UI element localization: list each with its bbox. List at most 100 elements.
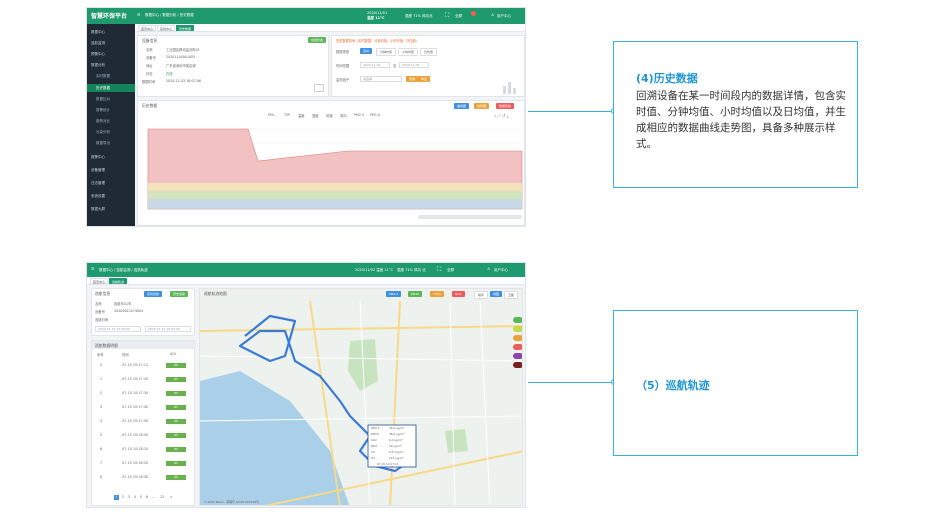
- sidebar-active-highlight: [87, 84, 135, 92]
- realtime-cruise-button[interactable]: 实时巡航: [144, 291, 163, 297]
- line-chart-button[interactable]: 曲线图: [454, 103, 470, 109]
- table-row[interactable]: 6 07-15 10:18:10 62: [96, 445, 192, 454]
- sidebar-item-analysis[interactable]: 数据分析: [91, 63, 105, 68]
- legend-level-good: [513, 317, 522, 323]
- page-next[interactable]: >: [170, 495, 173, 499]
- history-data-screenshot: 智慧环保平台 ☰ 数据中心 / 数据分析 / 历史数据 2020/11/01 温…: [86, 7, 526, 227]
- data-type-label: 数据类型: [336, 50, 350, 54]
- cruise-list-title: 巡航数据明细: [92, 341, 196, 349]
- cruise-map[interactable]: 巡航轨迹地图 PM2.5 PM10 TVOC NO2 噪声 地图 卫星 PM2.…: [199, 288, 523, 506]
- menu-toggle-icon-2[interactable]: ☰: [91, 267, 94, 271]
- factor-select[interactable]: 请选择: [360, 76, 402, 82]
- sidebar-item-bigscreen[interactable]: 数据大屏: [91, 207, 105, 212]
- legend-pm1[interactable]: PM1.0: [370, 113, 380, 117]
- type-realtime-button[interactable]: 实时: [360, 48, 373, 54]
- cruise-end-time[interactable]: 2020-07-12 18:00:00: [145, 326, 191, 332]
- device-value-name: 工业园区移动监测车01: [166, 48, 200, 52]
- page-1[interactable]: 1: [114, 495, 119, 500]
- sidebar-item-settings[interactable]: 系统设置: [91, 194, 105, 199]
- header-date: 2020/11/01: [367, 11, 388, 15]
- legend-pm25[interactable]: PM2.5: [354, 113, 364, 117]
- user-icon-2[interactable]: ♙: [487, 267, 490, 271]
- legend-pm10[interactable]: PM₁₀: [268, 113, 275, 117]
- fullscreen-label[interactable]: 全屏: [455, 14, 462, 19]
- tab-home-2[interactable]: 首页中心: [90, 278, 109, 284]
- sidebar-item-compare[interactable]: 数据比对: [96, 97, 110, 102]
- sidebar-item-cruise[interactable]: 巡航监测: [91, 41, 105, 46]
- legend-temp[interactable]: 温度: [298, 113, 305, 118]
- sidebar-item-trend[interactable]: 趋势对比: [96, 119, 110, 124]
- type-minute-button[interactable]: 分钟均值: [376, 48, 397, 56]
- row-index: 4: [100, 419, 103, 423]
- row-time: 07-15 10:17:40: [122, 405, 149, 409]
- page-last[interactable]: 22: [160, 495, 164, 499]
- popup-key: CO: [371, 450, 376, 454]
- header-humidity: 湿度 71% 风向北: [405, 14, 433, 18]
- page-2[interactable]: 2: [122, 495, 124, 499]
- chart-zoom-slider[interactable]: [418, 215, 522, 219]
- sidebar-item-history[interactable]: 历史数据: [96, 86, 110, 91]
- fullscreen-icon-2[interactable]: ⛶: [437, 266, 441, 274]
- legend-tsp[interactable]: TSP: [284, 113, 290, 117]
- map-canvas[interactable]: [200, 301, 523, 506]
- map-layer-pm10[interactable]: PM10: [408, 291, 423, 297]
- map-layer-noise[interactable]: 噪声: [474, 291, 489, 299]
- page-4[interactable]: 4: [134, 495, 136, 499]
- tab-home[interactable]: 首页中心: [138, 25, 157, 31]
- map-type-satellite[interactable]: 卫星: [504, 291, 519, 299]
- sidebar-item-log[interactable]: 日志管理: [91, 181, 105, 186]
- sidebar-item-alarm-stats[interactable]: 报警统计: [96, 108, 110, 113]
- end-date-input[interactable]: 2020-11-03: [399, 62, 429, 68]
- page-6[interactable]: 6: [146, 495, 148, 499]
- header-temp: 温度 11°C: [367, 16, 385, 20]
- type-day-button[interactable]: 日均值: [420, 48, 438, 56]
- map-layer-no2[interactable]: NO2: [452, 291, 465, 297]
- page-5[interactable]: 5: [140, 495, 142, 499]
- table-row[interactable]: 0 07-15 10:17:11 60: [96, 361, 192, 370]
- sidebar-item-warning[interactable]: 预警中心: [91, 52, 105, 57]
- sidebar-item-device[interactable]: 设备管理: [91, 168, 105, 173]
- table-row[interactable]: 8 07-15 10:18:30 60: [96, 473, 192, 482]
- user-icon[interactable]: ♙: [491, 13, 494, 17]
- history-cruise-button[interactable]: 历史巡航: [170, 291, 189, 297]
- tab-history[interactable]: 历史数据: [176, 25, 195, 31]
- tab-realtime[interactable]: 实时中心: [157, 25, 176, 31]
- row-time: 07-15 10:18:20: [122, 461, 149, 465]
- table-row[interactable]: 2 07-15 10:17:30 62: [96, 389, 192, 398]
- sidebar-item-realtime[interactable]: 实时数据: [96, 74, 110, 79]
- table-row[interactable]: 7 07-15 10:18:20 61: [96, 459, 192, 468]
- tab-cruise-track[interactable]: 巡航轨迹: [109, 278, 128, 284]
- map-layer-pm25[interactable]: PM2.5: [386, 291, 402, 297]
- data-table-button[interactable]: 数据表格: [496, 103, 515, 109]
- export-button[interactable]: 导出: [418, 76, 431, 82]
- sidebar-item-pollution[interactable]: 污染分析: [96, 130, 110, 135]
- table-row[interactable]: 4 07-15 10:17:50 60: [96, 417, 192, 426]
- fullscreen-label-2[interactable]: 全屏: [447, 268, 454, 273]
- user-center-label[interactable]: 用户中心: [497, 14, 511, 19]
- chart-toolbox-icon[interactable]: ⌕ ⤢ ↺ ⤓: [494, 113, 508, 118]
- sidebar-item-alarm[interactable]: 报警中心: [91, 155, 105, 160]
- bar-chart-button[interactable]: 柱状图: [474, 103, 490, 109]
- table-row[interactable]: 3 07-15 10:17:40 61: [96, 403, 192, 412]
- page-3[interactable]: 3: [128, 495, 130, 499]
- fullscreen-icon[interactable]: ⛶: [445, 12, 449, 20]
- table-row[interactable]: 5 07-15 10:18:00 61: [96, 431, 192, 440]
- sidebar-item-export[interactable]: 数据导出: [96, 141, 110, 146]
- map-type-map[interactable]: 地图: [490, 291, 503, 297]
- type-hour-button[interactable]: 小时均值: [398, 48, 419, 56]
- menu-toggle-icon[interactable]: ☰: [137, 13, 140, 17]
- notification-badge[interactable]: [471, 11, 476, 16]
- user-center-label-2[interactable]: 用户中心: [494, 268, 508, 273]
- map-layer-tvoc[interactable]: TVOC: [430, 291, 445, 297]
- cruise-start-time[interactable]: 2020-07-12 10:00:00: [95, 326, 141, 332]
- legend-wind-dir[interactable]: 风向: [340, 113, 347, 118]
- start-date-input[interactable]: 2020-11-02: [360, 62, 390, 68]
- legend-humidity[interactable]: 湿度: [312, 113, 319, 118]
- device-label-name: 名称: [146, 48, 153, 52]
- sidebar-item-data-center[interactable]: 数据中心: [91, 30, 105, 35]
- cruise-info-panel: 巡航信息 实时巡航 历史巡航 名称 巡航车01车 设备号 20200612074…: [91, 288, 195, 336]
- header-humidity-2: 湿度 71% 风向 北: [397, 268, 426, 272]
- table-row[interactable]: 1 07-15 10:17:20 61: [96, 375, 192, 384]
- legend-wind-speed[interactable]: 风速: [326, 113, 333, 118]
- query-button[interactable]: 查询: [406, 76, 419, 82]
